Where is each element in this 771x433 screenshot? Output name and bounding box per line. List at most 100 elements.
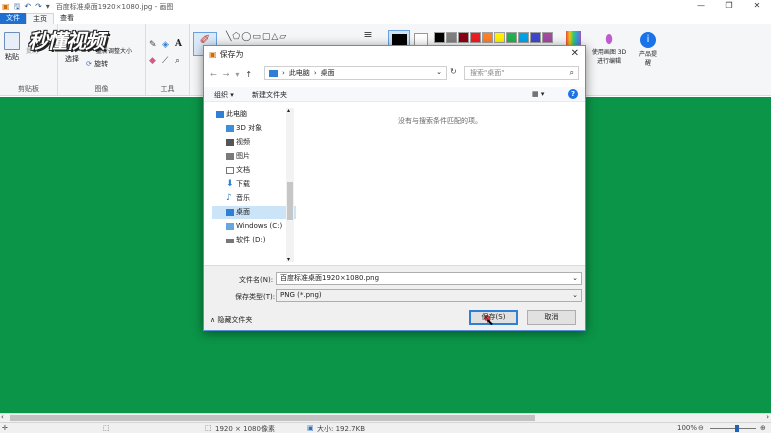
color-swatch[interactable] [542,32,553,43]
minimize-button[interactable]: — [687,0,715,12]
scroll-left-icon[interactable]: ‹ [1,413,4,421]
search-input[interactable]: 搜索"桌面" ⌕ [464,66,579,80]
zoom-out-icon[interactable]: ⊖ [698,424,704,432]
navigation-scrollbar[interactable]: ▴ ▾ [286,107,294,263]
product-alert-button[interactable]: i 产品提醒 [637,32,659,67]
color-swatch[interactable] [494,32,505,43]
fill-icon[interactable]: ◈ [162,40,169,50]
empty-folder-message: 没有与搜索条件匹配的项。 [398,117,482,125]
sidebar-label: 视频 [236,138,250,146]
color-swatch[interactable] [446,32,457,43]
zoom-slider[interactable] [710,428,756,429]
breadcrumb-sep-icon: › [313,69,317,77]
select-button[interactable]: 选择 [64,54,80,64]
cursor-pos-icon: ✛ [2,424,8,432]
customize-icon[interactable]: ▾ [46,2,50,12]
sidebar-item-d-drive[interactable]: 软件 (D:) [212,234,296,247]
sidebar-item-music[interactable]: ♪ 音乐 [212,192,296,205]
rotate-button[interactable]: ⟳ 旋转 [86,59,108,69]
color-swatch[interactable] [506,32,517,43]
navigation-scroll-thumb[interactable] [287,182,293,220]
hide-folders-toggle[interactable]: ∧ 隐藏文件夹 [210,315,252,325]
breadcrumb-this-pc[interactable]: 此电脑 [289,68,310,78]
horizontal-scroll-thumb[interactable] [10,415,535,421]
color-swatch[interactable] [482,32,493,43]
filename-input[interactable]: 百度标准桌面1920×1080.png ⌄ [276,272,582,285]
dialog-close-button[interactable]: ✕ [571,48,579,59]
sidebar-item-desktop[interactable]: 桌面 [212,206,296,219]
pencil-icon[interactable]: ✎ [149,40,157,50]
close-button[interactable]: ✕ [743,0,771,12]
new-folder-button[interactable]: 新建文件夹 [252,90,287,100]
product-alert-label: 产品提醒 [638,51,657,67]
redo-icon[interactable]: ↷ [35,2,42,12]
color-swatch[interactable] [458,32,469,43]
picture-folder-icon [226,153,234,160]
sidebar-item-3d-objects[interactable]: 3D 对象 [212,122,296,135]
shapes-gallery[interactable]: ╲⬠◯▭▢△▱ [226,32,287,42]
breadcrumb-desktop[interactable]: 桌面 [321,68,335,78]
status-bar: ✛ ⬚ ⬚ 1920 × 1080像素 ▣ 大小: 192.7KB 100% ⊖… [0,422,771,433]
color-swatch[interactable] [470,32,481,43]
paint3d-icon: ⬮ [605,32,613,46]
search-icon[interactable]: ⌕ [570,67,574,79]
window-title: 百度标准桌面1920×1080.jpg - 画图 [55,2,174,11]
paint3d-button[interactable]: ⬮ 使用画图 3D 进行编辑 [590,32,628,65]
scroll-up-icon[interactable]: ▴ [287,107,290,114]
filename-label: 文件名(N): [239,276,274,284]
dimensions-icon: ⬚ [205,424,212,432]
sidebar-item-videos[interactable]: 视频 [212,136,296,149]
back-arrow-icon[interactable]: ← [210,70,217,79]
text-tool-icon[interactable]: A [175,39,182,49]
sidebar-item-documents[interactable]: 文档 [212,164,296,177]
save-button[interactable]: 保存(S) ⬉ [469,310,518,328]
tab-home[interactable]: 主页 [26,13,54,24]
refresh-icon[interactable]: ↻ [450,67,457,76]
horizontal-scrollbar[interactable]: ‹ › [0,413,771,422]
sidebar-item-downloads[interactable]: ⬇ 下载 [212,178,296,191]
app-icon: ▣ [2,1,10,11]
forward-arrow-icon[interactable]: → [223,70,230,79]
view-options-icon[interactable]: ▦ ▾ [532,90,544,98]
sidebar-item-pictures[interactable]: 图片 [212,150,296,163]
filename-dropdown-icon[interactable]: ⌄ [572,273,578,284]
up-arrow-icon[interactable]: ↑ [245,70,252,79]
scroll-right-icon[interactable]: › [766,413,769,421]
filetype-dropdown-icon[interactable]: ⌄ [572,290,578,301]
computer-icon [216,111,224,118]
zoom-in-icon[interactable]: ⊕ [760,424,766,432]
filetype-select[interactable]: PNG (*.png) ⌄ [276,289,582,302]
sidebar-item-c-drive[interactable]: Windows (C:) [212,220,296,233]
undo-icon[interactable]: ↶ [24,2,31,12]
image-dimensions: 1920 × 1080像素 [215,425,275,433]
organize-menu[interactable]: 组织 ▾ [214,90,234,100]
address-bar[interactable]: › 此电脑 › 桌面 ⌄ [264,66,447,80]
help-icon[interactable]: ? [568,89,578,99]
paste-button[interactable]: 粘贴 [3,32,21,62]
sidebar-item-this-pc[interactable]: 此电脑 [212,108,296,121]
dialog-title-bar: ▣ 保存为 ✕ [204,46,585,63]
this-pc-icon [269,69,278,77]
eraser-icon[interactable]: ◆ [149,56,156,66]
document-icon [226,167,234,174]
recent-dropdown-icon[interactable]: ▾ [235,70,239,79]
sidebar-label: 音乐 [236,194,250,202]
tab-file[interactable]: 文件 [0,13,26,24]
edit-colors-icon[interactable] [566,31,581,45]
breadcrumb-sep-icon: › [282,69,285,77]
address-dropdown-icon[interactable]: ⌄ [436,68,442,76]
magnifier-icon[interactable]: ⌕ [175,56,180,66]
maximize-button[interactable]: ❐ [715,0,743,12]
color-swatch[interactable] [518,32,529,43]
scroll-down-icon[interactable]: ▾ [287,256,290,263]
size-icon[interactable]: ≡ [357,29,379,40]
sidebar-label: 图片 [236,152,250,160]
color-picker-icon[interactable]: ⟋ [162,56,168,66]
color-swatch[interactable] [530,32,541,43]
save-icon[interactable]: 🖫 [14,2,21,12]
zoom-slider-thumb[interactable] [735,425,739,432]
cancel-button[interactable]: 取消 [527,310,576,325]
tab-view[interactable]: 查看 [54,13,80,24]
music-note-icon: ♪ [226,193,232,203]
color-swatch[interactable] [434,32,445,43]
